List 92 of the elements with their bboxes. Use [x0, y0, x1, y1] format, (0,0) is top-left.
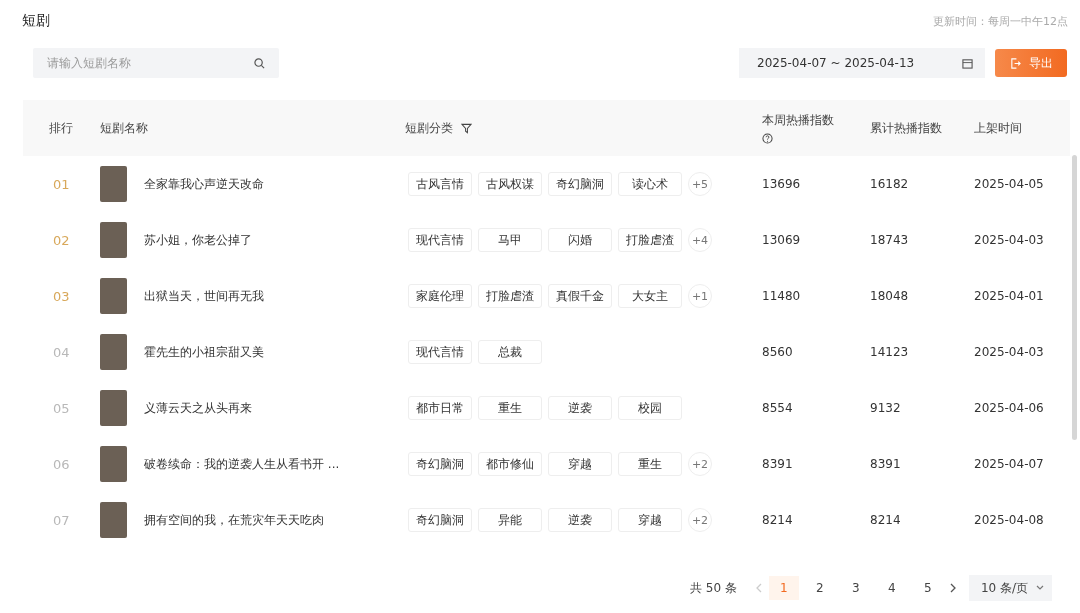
- help-icon[interactable]: [762, 133, 773, 144]
- table-cell: 2025-04-08: [974, 513, 1044, 527]
- column-header: 上架时间: [974, 119, 1022, 137]
- page-button[interactable]: 3: [840, 576, 871, 600]
- table-cell: 8214: [870, 513, 901, 527]
- category-tag: 现代言情: [408, 340, 472, 364]
- category-tag: 重生: [478, 396, 542, 420]
- poster-placeholder: [100, 278, 127, 314]
- drama-title[interactable]: 出狱当天，世间再无我: [144, 287, 264, 305]
- table-cell: 2025-04-01: [974, 289, 1044, 303]
- table-cell: 16182: [870, 177, 909, 191]
- page-size-select[interactable]: 10 条/页: [968, 575, 1053, 601]
- column-header: 短剧名称: [100, 119, 148, 137]
- table-cell: 2025-04-05: [974, 177, 1044, 191]
- filter-icon[interactable]: [461, 122, 472, 134]
- category-tag: 奇幻脑洞: [408, 508, 472, 532]
- export-icon: [1009, 57, 1021, 69]
- caret-icon: [1036, 585, 1045, 591]
- page-button[interactable]: 4: [876, 576, 907, 600]
- category-tag: 读心术: [618, 172, 682, 196]
- category-tag: 逆袭: [548, 396, 612, 420]
- table-cell: 11480: [762, 289, 801, 303]
- category-tag: 马甲: [478, 228, 542, 252]
- table-cell: 13696: [762, 177, 801, 191]
- table-cell: 13069: [762, 233, 801, 247]
- rank-number: 01: [53, 176, 70, 192]
- category-tag: 闪婚: [548, 228, 612, 252]
- update-note: 更新时间：每周一中午12点: [933, 13, 1068, 29]
- table-cell: 18743: [870, 233, 909, 247]
- total-count: 共 50 条: [690, 579, 737, 597]
- category-tag: 打脸虐渣: [618, 228, 682, 252]
- rank-number: 06: [53, 456, 70, 472]
- rank-number: 02: [53, 232, 70, 248]
- chevron-right-icon[interactable]: [948, 583, 957, 593]
- page-button[interactable]: 2: [804, 576, 835, 600]
- drama-title[interactable]: 苏小姐，你老公掉了: [144, 231, 252, 249]
- table-cell: 2025-04-06: [974, 401, 1044, 415]
- table-cell: 8560: [762, 345, 793, 359]
- column-header: 排行: [49, 119, 73, 137]
- table-cell: 2025-04-03: [974, 345, 1044, 359]
- drama-title[interactable]: 全家靠我心声逆天改命: [144, 175, 264, 193]
- poster-placeholder: [100, 222, 127, 258]
- category-tag: 奇幻脑洞: [408, 452, 472, 476]
- category-tag: 都市修仙: [478, 452, 542, 476]
- category-tag: 穿越: [548, 452, 612, 476]
- table-cell: 8554: [762, 401, 793, 415]
- column-header: 累计热播指数: [870, 119, 942, 137]
- category-tag: 现代言情: [408, 228, 472, 252]
- drama-title[interactable]: 拥有空间的我，在荒灾年天天吃肉: [144, 511, 324, 529]
- search-icon[interactable]: [254, 58, 265, 69]
- category-tag: 真假千金: [548, 284, 612, 308]
- category-tag: 古风言情: [408, 172, 472, 196]
- category-tag: 古风权谋: [478, 172, 542, 196]
- drama-title[interactable]: 义薄云天之从头再来: [144, 399, 252, 417]
- category-tag: 校园: [618, 396, 682, 420]
- column-header: 本周热播指数: [762, 112, 834, 129]
- category-tag: 异能: [478, 508, 542, 532]
- page-button[interactable]: 5: [912, 576, 943, 600]
- rank-number: 04: [53, 344, 70, 360]
- rank-number: 03: [53, 288, 70, 304]
- column-header: 短剧分类: [405, 119, 453, 137]
- table-cell: 8391: [870, 457, 901, 471]
- poster-placeholder: [100, 390, 127, 426]
- page-title: 短剧: [22, 12, 50, 30]
- category-tag: 总裁: [478, 340, 542, 364]
- table-cell: 14123: [870, 345, 909, 359]
- scrollbar[interactable]: [1072, 155, 1077, 440]
- category-tag: 大女主: [618, 284, 682, 308]
- category-tag: 打脸虐渣: [478, 284, 542, 308]
- table-cell: 9132: [870, 401, 901, 415]
- poster-placeholder: [100, 446, 127, 482]
- rank-number: 07: [53, 512, 70, 528]
- poster-placeholder: [100, 334, 127, 370]
- poster-placeholder: [100, 166, 127, 202]
- date-range-field[interactable]: 2025-04-07 ~ 2025-04-13: [739, 48, 985, 78]
- search-field[interactable]: 请输入短剧名称: [33, 48, 279, 78]
- category-tag: 奇幻脑洞: [548, 172, 612, 196]
- poster-placeholder: [100, 502, 127, 538]
- rank-number: 05: [53, 400, 70, 416]
- table-cell: 8391: [762, 457, 793, 471]
- table-cell: 2025-04-07: [974, 457, 1044, 471]
- drama-title[interactable]: 破卷续命：我的逆袭人生从看书开 ...: [144, 455, 340, 473]
- category-tag: 重生: [618, 452, 682, 476]
- table-cell: 2025-04-03: [974, 233, 1044, 247]
- category-tag: 逆袭: [548, 508, 612, 532]
- table-cell: 8214: [762, 513, 793, 527]
- category-tag: 家庭伦理: [408, 284, 472, 308]
- calendar-icon: [962, 57, 973, 69]
- category-tag: 都市日常: [408, 396, 472, 420]
- category-tag: 穿越: [618, 508, 682, 532]
- drama-title[interactable]: 霍先生的小祖宗甜又美: [144, 343, 264, 361]
- table-cell: 18048: [870, 289, 909, 303]
